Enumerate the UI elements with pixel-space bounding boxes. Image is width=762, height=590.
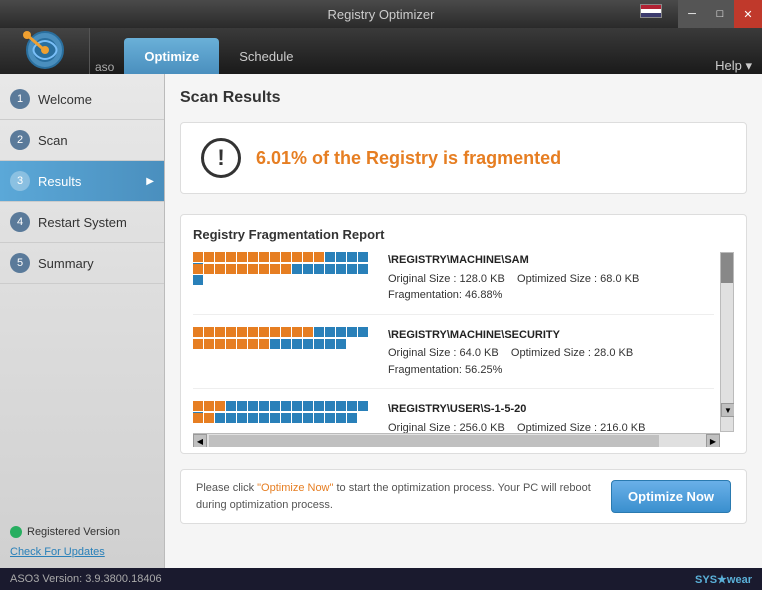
sidebar-label-summary: Summary	[38, 256, 94, 271]
optimize-now-link: "Optimize Now"	[257, 482, 333, 494]
sidebar-item-restart[interactable]: 4 Restart System	[0, 202, 164, 243]
scroll-down-arrow[interactable]: ▼	[721, 403, 734, 417]
registered-dot-icon	[10, 526, 22, 538]
sidebar-item-welcome[interactable]: 1 Welcome	[0, 79, 164, 120]
bottom-action-bar: Please click "Optimize Now" to start the…	[180, 469, 747, 524]
app-title: Registry Optimizer	[328, 7, 435, 22]
list-item: \REGISTRY\MACHINE\SECURITY Original Size…	[193, 327, 714, 390]
sidebar-label-welcome: Welcome	[38, 92, 92, 107]
language-flag	[640, 4, 662, 18]
aso-label: aso	[95, 60, 114, 74]
check-updates-link[interactable]: Check For Updates	[10, 546, 154, 558]
scroll-right-arrow[interactable]: ▶	[706, 434, 720, 447]
titlebar: Registry Optimizer ─ □ ✕	[0, 0, 762, 28]
sidebar-bottom: Registered Version Check For Updates	[0, 516, 164, 568]
bar-row-2-top	[193, 327, 378, 337]
content-area: Scan Results ! 6.01% of the Registry is …	[165, 74, 762, 568]
registered-version: Registered Version	[10, 526, 154, 538]
sidebar-label-results: Results	[38, 174, 81, 189]
optimize-now-button[interactable]: Optimize Now	[611, 480, 731, 513]
scrollbar-thumb[interactable]	[721, 253, 733, 283]
horizontal-scrollbar[interactable]: ◀ ▶	[193, 433, 720, 447]
sidebar-item-summary[interactable]: 5 Summary	[0, 243, 164, 284]
item-path-3: \REGISTRY\USER\S-1-5-20	[388, 401, 714, 418]
sidebar-num-restart: 4	[10, 212, 30, 232]
item-frag-2: Fragmentation: 56.25%	[388, 362, 714, 379]
sidebar-label-restart: Restart System	[38, 215, 127, 230]
main-layout: 1 Welcome 2 Scan 3 Results ▶ 4 Restart S…	[0, 74, 762, 568]
minimize-button[interactable]: ─	[678, 0, 706, 28]
nav-tabs: aso Optimize Schedule Help ▾	[90, 28, 762, 74]
navbar: aso Optimize Schedule Help ▾	[0, 28, 762, 74]
sidebar-num-summary: 5	[10, 253, 30, 273]
h-scrollbar-thumb[interactable]	[209, 435, 659, 447]
tab-schedule[interactable]: Schedule	[219, 38, 313, 74]
tab-optimize[interactable]: Optimize	[124, 38, 219, 74]
list-item: \REGISTRY\MACHINE\SAM Original Size : 12…	[193, 252, 714, 315]
sidebar-num-results: 3	[10, 171, 30, 191]
sidebar-item-scan[interactable]: 2 Scan	[0, 120, 164, 161]
bar-row-2-bot	[193, 339, 378, 349]
item-info-2: \REGISTRY\MACHINE\SECURITY Original Size…	[388, 327, 714, 379]
help-button[interactable]: Help ▾	[715, 58, 752, 74]
item-path-2: \REGISTRY\MACHINE\SECURITY	[388, 327, 714, 344]
bar-row-1-top	[193, 252, 378, 262]
item-path-1: \REGISTRY\MACHINE\SAM	[388, 252, 714, 269]
report-scroll[interactable]: \REGISTRY\MACHINE\SAM Original Size : 12…	[193, 252, 734, 447]
alert-text: 6.01% of the Registry is fragmented	[256, 148, 561, 169]
version-label: ASO3 Version: 3.9.3800.18406	[10, 573, 162, 585]
alert-box: ! 6.01% of the Registry is fragmented	[180, 122, 747, 194]
sidebar-label-scan: Scan	[38, 133, 68, 148]
sidebar-item-results[interactable]: 3 Results ▶	[0, 161, 164, 202]
page-title: Scan Results	[180, 89, 747, 107]
frag-bars-1	[193, 252, 378, 304]
sidebar-num-scan: 2	[10, 130, 30, 150]
sidebar-num-welcome: 1	[10, 89, 30, 109]
vertical-scrollbar[interactable]: ▼	[720, 252, 734, 432]
report-items: \REGISTRY\MACHINE\SAM Original Size : 12…	[193, 252, 714, 447]
bottom-message: Please click "Optimize Now" to start the…	[196, 480, 596, 513]
brand-label: SYS★wear	[695, 573, 752, 586]
sidebar: 1 Welcome 2 Scan 3 Results ▶ 4 Restart S…	[0, 74, 165, 568]
alert-icon: !	[201, 138, 241, 178]
frag-bars-2	[193, 327, 378, 379]
maximize-button[interactable]: □	[706, 0, 734, 28]
item-orig-2: Original Size : 64.0 KB Optimized Size :…	[388, 345, 714, 362]
bar-row-3-bot	[193, 413, 378, 423]
close-button[interactable]: ✕	[734, 0, 762, 28]
bar-row-1-bot	[193, 264, 378, 274]
logo-area	[0, 28, 90, 74]
scroll-left-arrow[interactable]: ◀	[193, 434, 207, 447]
bar-row-3-top	[193, 401, 378, 411]
bottom-text-pre: Please click	[196, 482, 257, 494]
item-frag-1: Fragmentation: 46.88%	[388, 287, 714, 304]
sidebar-arrow-results: ▶	[146, 176, 154, 187]
item-info-1: \REGISTRY\MACHINE\SAM Original Size : 12…	[388, 252, 714, 304]
registered-label: Registered Version	[27, 526, 120, 538]
version-bar: ASO3 Version: 3.9.3800.18406 SYS★wear	[0, 568, 762, 590]
app-logo-icon	[22, 30, 68, 72]
item-orig-1: Original Size : 128.0 KB Optimized Size …	[388, 271, 714, 288]
report-title: Registry Fragmentation Report	[193, 227, 734, 242]
report-box: Registry Fragmentation Report	[180, 214, 747, 454]
